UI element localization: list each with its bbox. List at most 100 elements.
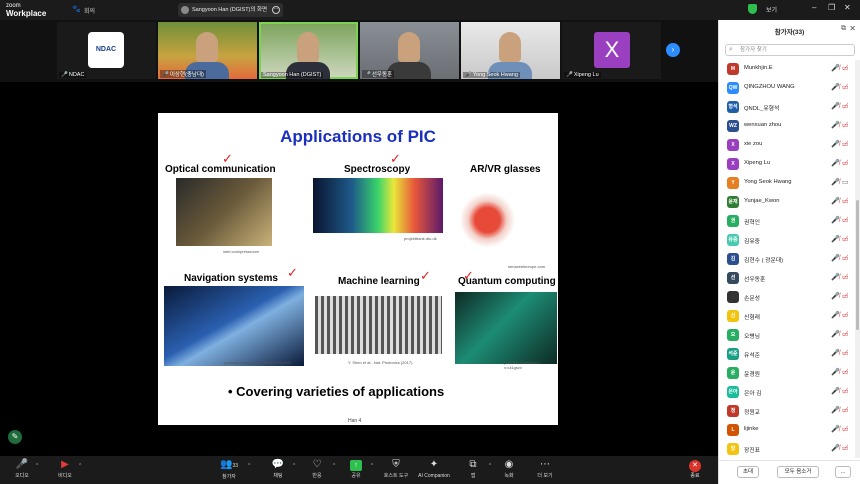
participant-row[interactable]: WZ wenxuan zhou 🎤̸ ▭̸ [719,117,855,136]
participant-row[interactable]: X Xipeng Lu 🎤̸ ▭̸ [719,155,855,174]
video-off-icon[interactable]: ▭̸ [842,368,849,376]
muted-mic-icon[interactable]: 🎤̸ [831,235,840,243]
minimize-icon[interactable]: – [812,3,816,12]
panel-more-button[interactable]: ... [835,466,851,478]
share-button[interactable]: ↑ 공유 [336,458,376,480]
participant-search-input[interactable]: ⌕ 참가자 찾기 [725,44,855,56]
share-options-icon[interactable]: ⋯ [272,6,280,14]
muted-mic-icon[interactable]: 🎤̸ [831,83,840,91]
meeting-info-icon[interactable]: 🐾 [72,5,81,13]
video-off-icon[interactable]: ▭̸ [842,235,849,243]
muted-mic-icon[interactable]: 🎤̸ [831,311,840,319]
video-off-icon[interactable]: ▭̸ [842,349,849,357]
host-tools-button[interactable]: ⛨ 호스트 도구 [376,458,416,480]
share-options-caret[interactable]: ^ [371,463,373,469]
pop-out-icon[interactable]: ⧉ [841,25,846,33]
annotate-pencil-icon[interactable]: ✎ [8,430,22,444]
participant-row[interactable]: Llijinke 🎤̸ ▭̸ [719,421,855,440]
participant-row[interactable]: Xxie zou 🎤̸ ▭̸ [719,136,855,155]
mute-all-button[interactable]: 모두 음소거 [777,466,819,478]
muted-mic-icon[interactable]: 🎤̸ [831,178,840,186]
muted-mic-icon[interactable]: 🎤̸ [831,254,840,262]
participants-button[interactable]: 👥33 참가자 [209,458,249,481]
participant-row[interactable]: 윤 윤경원 🎤̸ ▭̸ [719,364,855,383]
video-off-icon[interactable]: ▭̸ [842,159,849,167]
screen-share-indicator[interactable]: Sangyoon Han (DGIST)의 화면 ⋯ [178,3,283,17]
participant-row[interactable]: 윤재 Yunjae_Kwon 🎤̸ ▭̸ [719,193,855,212]
audio-options-caret[interactable]: ^ [36,463,38,469]
muted-mic-icon[interactable]: 🎤̸ [831,349,840,357]
ai-companion-button[interactable]: ✦ AI Companion [413,458,455,480]
video-off-icon[interactable]: ▭̸ [842,83,849,91]
apps-button[interactable]: ⧉ 앱 [453,458,493,480]
participant-row[interactable]: 권 권혁인 🎤̸ ▭̸ [719,212,855,231]
muted-mic-icon[interactable]: 🎤̸ [831,425,840,433]
muted-mic-icon[interactable]: 🎤̸ [831,292,840,300]
video-off-icon[interactable]: ▭̸ [842,121,849,129]
muted-mic-icon[interactable]: 🎤̸ [831,140,840,148]
maximize-icon[interactable]: ❐ [828,3,835,12]
security-shield-icon[interactable] [748,4,757,14]
video-tile[interactable]: X 🎤Xipeng Lu [562,22,661,79]
chat-options-caret[interactable]: ^ [293,463,295,469]
participant-row[interactable]: 은아 은아 김 🎤̸ ▭̸ [719,383,855,402]
video-off-icon[interactable]: ▭̸ [842,197,849,205]
participant-row[interactable]: 오 오병님 🎤̸ ▭̸ [719,326,855,345]
video-off-icon[interactable]: ▭̸ [842,425,849,433]
react-options-caret[interactable]: ^ [333,463,335,469]
participant-list[interactable]: M Munkhjin.E 🎤̸ ▭̸ QW QINGZHOU WANG 🎤̸ ▭̸ 형석 QNDL… [719,60,855,458]
participants-options-caret[interactable]: ^ [248,463,250,469]
video-off-icon[interactable]: ▭̸ [842,254,849,262]
video-off-icon[interactable]: ▭̸ [842,102,849,110]
muted-mic-icon[interactable]: 🎤̸ [831,197,840,205]
react-button[interactable]: ♡ 반응 [297,458,337,480]
video-off-icon[interactable]: ▭̸ [842,64,849,72]
video-on-icon[interactable]: ▭ [842,178,849,186]
muted-mic-icon[interactable]: 🎤̸ [831,273,840,281]
video-off-icon[interactable]: ▭̸ [842,216,849,224]
participant-row[interactable]: 김 김현수 ( 광운대) 🎤̸ ▭̸ [719,250,855,269]
muted-mic-icon[interactable]: 🎤̸ [831,64,840,72]
participant-row[interactable]: 형석 QNDL_유형석 🎤̸ ▭̸ [719,98,855,117]
participant-row[interactable]: 석준 유석준 🎤̸ ▭̸ [719,345,855,364]
participant-row[interactable]: 장 장진표 🎤̸ ▭̸ [719,440,855,458]
muted-mic-icon[interactable]: 🎤̸ [831,216,840,224]
video-off-icon[interactable]: ▭̸ [842,273,849,281]
video-off-icon[interactable]: ▭̸ [842,292,849,300]
muted-mic-icon[interactable]: 🎤̸ [831,444,840,452]
video-tile[interactable]: 🎤선우동훈 [360,22,459,79]
video-tile[interactable]: 🎤Yong Seok Hwang [461,22,560,79]
meeting-label[interactable]: 회의 [84,6,95,15]
chat-button[interactable]: 💬 채팅 [258,458,298,480]
participant-row[interactable]: 정 정원교 🎤̸ ▭̸ [719,402,855,421]
video-tile[interactable]: 🎤이상현(충남대) [158,22,257,79]
participant-row[interactable]: 유중 김유중 🎤̸ ▭̸ [719,231,855,250]
invite-button[interactable]: 초대 [737,466,759,478]
record-button[interactable]: ◉ 녹화 [489,458,529,480]
audio-button[interactable]: 🎤 오디오 [2,458,42,480]
more-button[interactable]: ⋯ 더 보기 [525,458,565,480]
video-off-icon[interactable]: ▭̸ [842,444,849,452]
close-icon[interactable]: ✕ [844,3,851,12]
video-off-icon[interactable]: ▭̸ [842,140,849,148]
participant-row[interactable]: QW QINGZHOU WANG 🎤̸ ▭̸ [719,79,855,98]
video-off-icon[interactable]: ▭̸ [842,387,849,395]
participant-row[interactable]: 신 신형래 🎤̸ ▭̸ [719,307,855,326]
video-off-icon[interactable]: ▭̸ [842,406,849,414]
end-meeting-button[interactable]: ✕ 종료 [675,458,715,480]
view-button[interactable]: 보기 [766,5,777,14]
participant-row[interactable]: Y Yong Seok Hwang 🎤̸ ▭ [719,174,855,193]
close-panel-icon[interactable]: ✕ [849,24,856,33]
video-button[interactable]: ▶ 비디오 [45,458,85,480]
participant-row[interactable]: 손문성 🎤̸ ▭̸ [719,288,855,307]
scrollbar[interactable] [855,60,860,458]
muted-mic-icon[interactable]: 🎤̸ [831,330,840,338]
participant-row[interactable]: M Munkhjin.E 🎤̸ ▭̸ [719,60,855,79]
next-page-arrow-icon[interactable]: › [666,43,680,57]
video-off-icon[interactable]: ▭̸ [842,311,849,319]
scrollbar-thumb[interactable] [856,200,859,330]
muted-mic-icon[interactable]: 🎤̸ [831,406,840,414]
muted-mic-icon[interactable]: 🎤̸ [831,102,840,110]
muted-mic-icon[interactable]: 🎤̸ [831,159,840,167]
video-tile[interactable]: NDAC 🎤NDAC [57,22,156,79]
